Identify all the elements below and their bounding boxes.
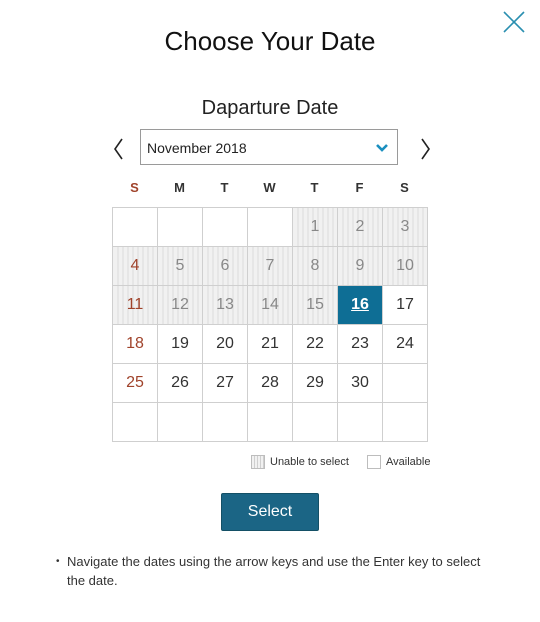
calendar-day-unavailable: 14 xyxy=(247,285,293,325)
calendar-day-unavailable: 7 xyxy=(247,246,293,286)
calendar-week-row: 11 12 13 14 15 16 17 xyxy=(112,285,428,325)
calendar-empty-cell xyxy=(202,207,248,247)
calendar-day-unavailable: 8 xyxy=(292,246,338,286)
calendar-day-unavailable: 15 xyxy=(292,285,338,325)
calendar-day-unavailable: 2 xyxy=(337,207,383,247)
calendar-day-unavailable: 5 xyxy=(157,246,203,286)
calendar-day-unavailable: 12 xyxy=(157,285,203,325)
bullet-icon: • xyxy=(56,556,60,567)
weekday-label: W xyxy=(263,180,276,195)
calendar-empty-cell xyxy=(202,402,248,442)
calendar-day[interactable]: 21 xyxy=(247,324,293,364)
unavailable-swatch xyxy=(251,455,265,469)
calendar-day-unavailable: 9 xyxy=(337,246,383,286)
calendar-week-row: 123 xyxy=(112,207,428,247)
legend-unavailable-label: Unable to select xyxy=(270,456,349,468)
calendar-day-unavailable: 11 xyxy=(112,285,158,325)
legend-available: Available xyxy=(367,455,430,469)
month-dropdown-value: November 2018 xyxy=(147,140,247,156)
next-month-button[interactable] xyxy=(416,136,434,162)
calendar-day-unavailable: 10 xyxy=(382,246,428,286)
calendar-day[interactable]: 29 xyxy=(292,363,338,403)
calendar-week-row: 18 19 20 21 22 23 24 xyxy=(112,324,428,364)
weekday-header: S M T W T F S xyxy=(112,180,427,195)
calendar-week-row: 4 5 6 7 8 9 10 xyxy=(112,246,428,286)
calendar-day-unavailable: 13 xyxy=(202,285,248,325)
calendar-empty-cell xyxy=(292,402,338,442)
keyboard-hint-text: Navigate the dates using the arrow keys … xyxy=(67,554,481,588)
calendar-day-selected[interactable]: 16 xyxy=(337,285,383,325)
calendar-empty-cell xyxy=(382,402,428,442)
calendar-day[interactable]: 24 xyxy=(382,324,428,364)
date-picker-dialog: Choose Your Date Daparture Date November… xyxy=(0,0,540,622)
legend-available-label: Available xyxy=(386,456,431,468)
calendar-empty-cell xyxy=(157,207,203,247)
calendar-day-unavailable: 3 xyxy=(382,207,428,247)
month-dropdown[interactable]: November 2018 xyxy=(140,129,398,165)
calendar-day[interactable]: 20 xyxy=(202,324,248,364)
weekday-label: S xyxy=(130,180,139,195)
calendar-empty-cell xyxy=(112,402,158,442)
select-button[interactable]: Select xyxy=(221,493,319,531)
chevron-left-icon[interactable] xyxy=(110,136,128,162)
calendar-week-row xyxy=(112,402,428,442)
calendar-day[interactable]: 27 xyxy=(202,363,248,403)
calendar-day-unavailable: 6 xyxy=(202,246,248,286)
calendar-day[interactable]: 22 xyxy=(292,324,338,364)
departure-date-heading: Daparture Date xyxy=(201,97,339,119)
keyboard-hint: • Navigate the dates using the arrow key… xyxy=(56,552,496,590)
available-swatch xyxy=(367,455,381,469)
chevron-down-icon xyxy=(376,144,388,152)
weekday-label: S xyxy=(400,180,409,195)
calendar-day[interactable]: 18 xyxy=(112,324,158,364)
weekday-label: F xyxy=(355,180,364,195)
dialog-title: Choose Your Date xyxy=(164,26,376,56)
calendar-day[interactable]: 19 xyxy=(157,324,203,364)
calendar-day[interactable]: 28 xyxy=(247,363,293,403)
calendar-day-unavailable: 4 xyxy=(112,246,158,286)
calendar-day[interactable]: 26 xyxy=(157,363,203,403)
calendar-empty-cell xyxy=(247,402,293,442)
calendar-empty-cell xyxy=(157,402,203,442)
calendar-day-unavailable: 1 xyxy=(292,207,338,247)
weekday-label: M xyxy=(174,180,185,195)
calendar-day[interactable]: 23 xyxy=(337,324,383,364)
calendar-empty-cell xyxy=(382,363,428,403)
legend-unavailable: Unable to select xyxy=(251,455,349,469)
calendar-day[interactable]: 17 xyxy=(382,285,428,325)
calendar-grid: 1 2 3 4 5 6 7 8 9 10 11 12 13 14 15 16 17 18 19 20 21 22 23 24 2… xyxy=(112,207,428,442)
calendar-empty-cell xyxy=(112,207,158,247)
calendar-week-row: 25 26 27 28 29 30 xyxy=(112,363,428,403)
calendar-empty-cell xyxy=(337,402,383,442)
calendar-day[interactable]: 30 xyxy=(337,363,383,403)
weekday-label: T xyxy=(310,180,319,195)
calendar-day[interactable]: 25 xyxy=(112,363,158,403)
chevron-right-icon[interactable] xyxy=(416,136,434,162)
weekday-label: T xyxy=(220,180,229,195)
previous-month-button[interactable] xyxy=(110,136,128,162)
calendar-empty-cell xyxy=(247,207,293,247)
